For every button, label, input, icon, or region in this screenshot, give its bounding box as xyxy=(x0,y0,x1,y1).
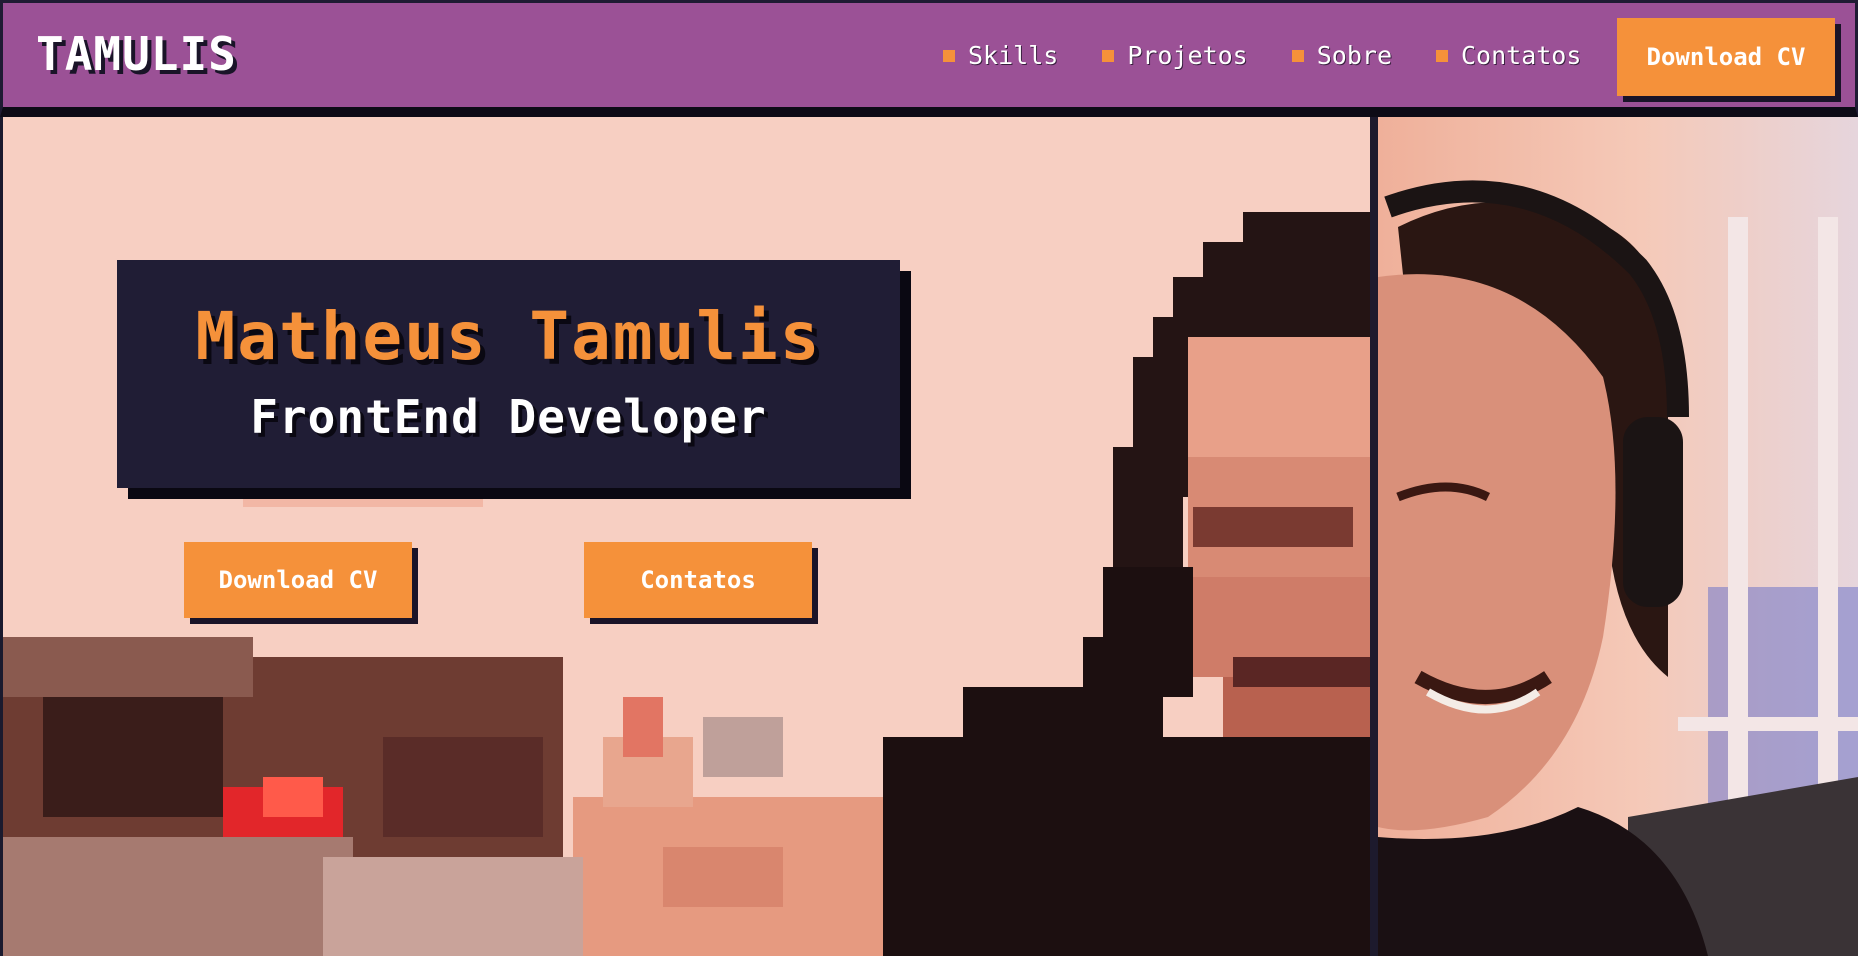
nav-item-label: Contatos xyxy=(1461,41,1582,70)
nav-item-contatos[interactable]: Contatos xyxy=(1436,41,1581,70)
nav-item-projetos[interactable]: Projetos xyxy=(1102,41,1248,70)
pixelated-portrait-image xyxy=(3,117,1373,956)
bullet-square-icon xyxy=(943,49,955,62)
hero-contatos-button[interactable]: Contatos xyxy=(584,542,812,618)
site-logo[interactable]: TAMULIS xyxy=(36,27,237,81)
hero-section: Matheus Tamulis FrontEnd Developer Downl… xyxy=(3,117,1858,956)
main-nav: Skills Projetos Sobre Contatos xyxy=(943,41,1625,70)
nav-item-skills[interactable]: Skills xyxy=(943,41,1058,70)
header-download-cv-button[interactable]: Download CV xyxy=(1617,18,1835,96)
image-divider xyxy=(1370,117,1378,956)
bullet-square-icon xyxy=(1436,49,1448,62)
nav-item-sobre[interactable]: Sobre xyxy=(1291,41,1392,70)
nav-item-label: Skills xyxy=(968,41,1059,70)
nav-item-label: Sobre xyxy=(1316,41,1392,70)
hero-role: FrontEnd Developer xyxy=(250,390,767,444)
bullet-square-icon xyxy=(1102,49,1115,62)
hero-name: Matheus Tamulis xyxy=(195,298,822,375)
intro-card: Matheus Tamulis FrontEnd Developer xyxy=(117,260,900,488)
portrait-photo xyxy=(1378,117,1858,956)
top-navigation-bar: TAMULIS Skills Projetos Sobre Contatos D… xyxy=(0,0,1858,117)
hero-download-cv-button[interactable]: Download CV xyxy=(184,542,412,618)
nav-item-label: Projetos xyxy=(1127,41,1248,70)
bullet-square-icon xyxy=(1291,49,1304,62)
